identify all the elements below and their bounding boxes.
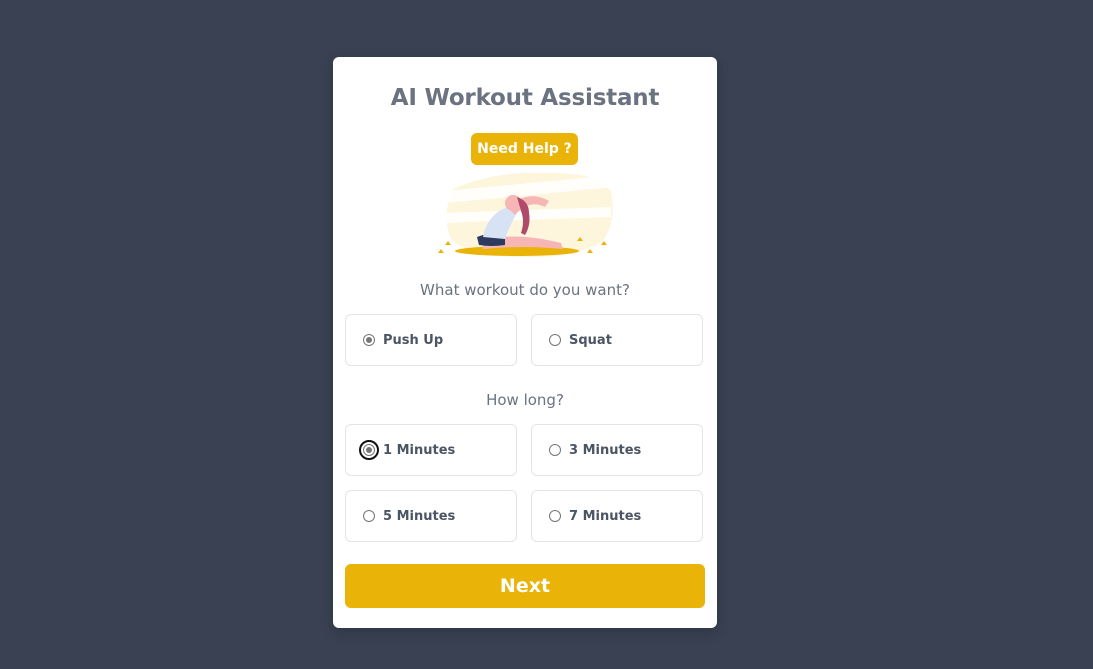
next-button[interactable]: Next: [345, 564, 705, 608]
option-label: 1 Minutes: [383, 442, 456, 458]
squat-radio[interactable]: [549, 334, 561, 346]
option-push-up[interactable]: Push Up: [345, 314, 517, 366]
option-label: Push Up: [383, 332, 444, 348]
workout-card: AI Workout Assistant Need Help ? What wo…: [333, 57, 717, 628]
push-up-radio[interactable]: [363, 334, 375, 346]
option-7-minutes[interactable]: 7 Minutes: [531, 490, 703, 542]
3-minutes-radio[interactable]: [549, 444, 561, 456]
option-squat[interactable]: Squat: [531, 314, 703, 366]
option-3-minutes[interactable]: 3 Minutes: [531, 424, 703, 476]
yoga-illustration: [438, 172, 615, 258]
option-label: 7 Minutes: [569, 508, 642, 524]
option-label: 5 Minutes: [383, 508, 456, 524]
option-1-minutes[interactable]: 1 Minutes: [345, 424, 517, 476]
workout-question: What workout do you want?: [420, 281, 630, 299]
app-title: AI Workout Assistant: [390, 85, 660, 111]
option-label: Squat: [569, 332, 612, 348]
option-5-minutes[interactable]: 5 Minutes: [345, 490, 517, 542]
5-minutes-radio[interactable]: [363, 510, 375, 522]
duration-question: How long?: [486, 391, 564, 409]
option-label: 3 Minutes: [569, 442, 642, 458]
7-minutes-radio[interactable]: [549, 510, 561, 522]
1-minutes-radio[interactable]: [359, 440, 379, 460]
need-help-button[interactable]: Need Help ?: [471, 133, 578, 165]
